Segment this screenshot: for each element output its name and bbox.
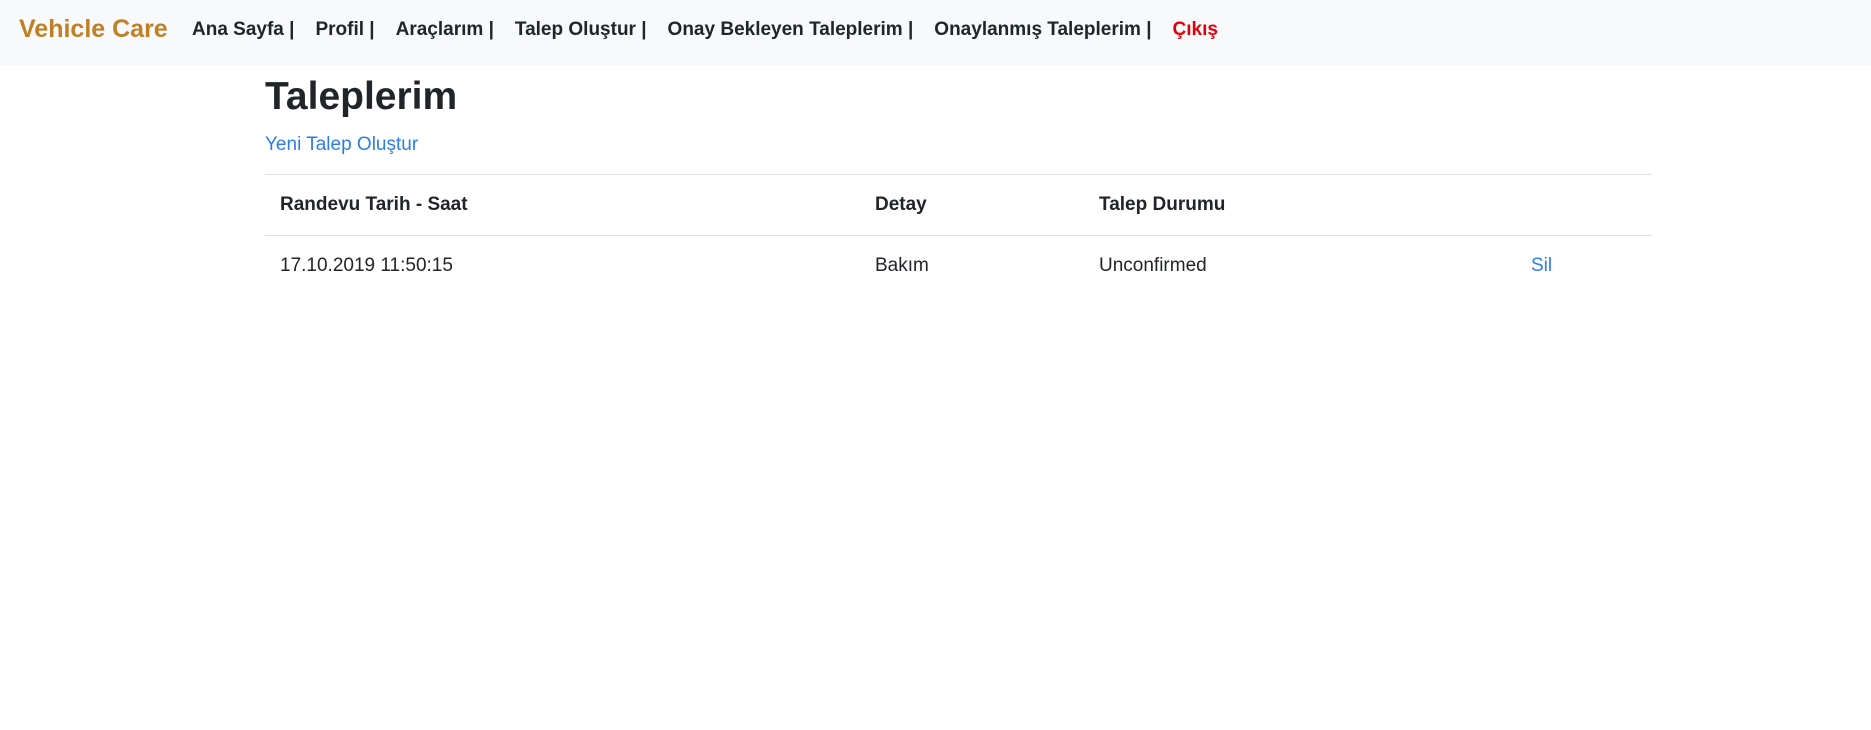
table-header: Randevu Tarih - Saat Detay Talep Durumu bbox=[265, 174, 1652, 236]
cell-actions: Sil bbox=[1516, 235, 1652, 296]
table-header-row: Randevu Tarih - Saat Detay Talep Durumu bbox=[265, 174, 1652, 236]
top-navbar: Vehicle Care Ana Sayfa | Profil | Araçla… bbox=[0, 0, 1871, 65]
cell-status: Unconfirmed bbox=[1084, 235, 1516, 296]
nav-item-ana-sayfa[interactable]: Ana Sayfa | bbox=[192, 19, 294, 40]
page-title: Taleplerim bbox=[265, 75, 458, 118]
cell-date-time: 17.10.2019 11:50:15 bbox=[265, 235, 860, 296]
nav-item-onay-bekleyen-taleplerim[interactable]: Onay Bekleyen Taleplerim | bbox=[668, 19, 914, 40]
nav-item-cikis[interactable]: Çıkış bbox=[1173, 19, 1218, 40]
main-content: Taleplerim Yeni Talep Oluştur Randevu Ta… bbox=[265, 65, 1652, 296]
nav-item-onaylanmis-taleplerim[interactable]: Onaylanmış Taleplerim | bbox=[934, 19, 1151, 40]
delete-link[interactable]: Sil bbox=[1531, 255, 1552, 276]
header-date-time: Randevu Tarih - Saat bbox=[265, 174, 860, 236]
header-actions bbox=[1516, 174, 1652, 236]
header-detail: Detay bbox=[860, 174, 1084, 236]
new-request-link[interactable]: Yeni Talep Oluştur bbox=[265, 134, 418, 156]
requests-table: Randevu Tarih - Saat Detay Talep Durumu … bbox=[265, 174, 1652, 296]
table-row: 17.10.2019 11:50:15 Bakım Unconfirmed Si… bbox=[265, 235, 1652, 296]
nav-item-profil[interactable]: Profil | bbox=[315, 19, 374, 40]
nav-item-araclarim[interactable]: Araçlarım | bbox=[396, 19, 494, 40]
table-body: 17.10.2019 11:50:15 Bakım Unconfirmed Si… bbox=[265, 235, 1652, 296]
brand-link[interactable]: Vehicle Care bbox=[19, 15, 168, 44]
cell-detail: Bakım bbox=[860, 235, 1084, 296]
nav-menu: Ana Sayfa | Profil | Araçlarım | Talep O… bbox=[192, 19, 1239, 41]
header-status: Talep Durumu bbox=[1084, 174, 1516, 236]
nav-item-talep-olustur[interactable]: Talep Oluştur | bbox=[515, 19, 647, 40]
